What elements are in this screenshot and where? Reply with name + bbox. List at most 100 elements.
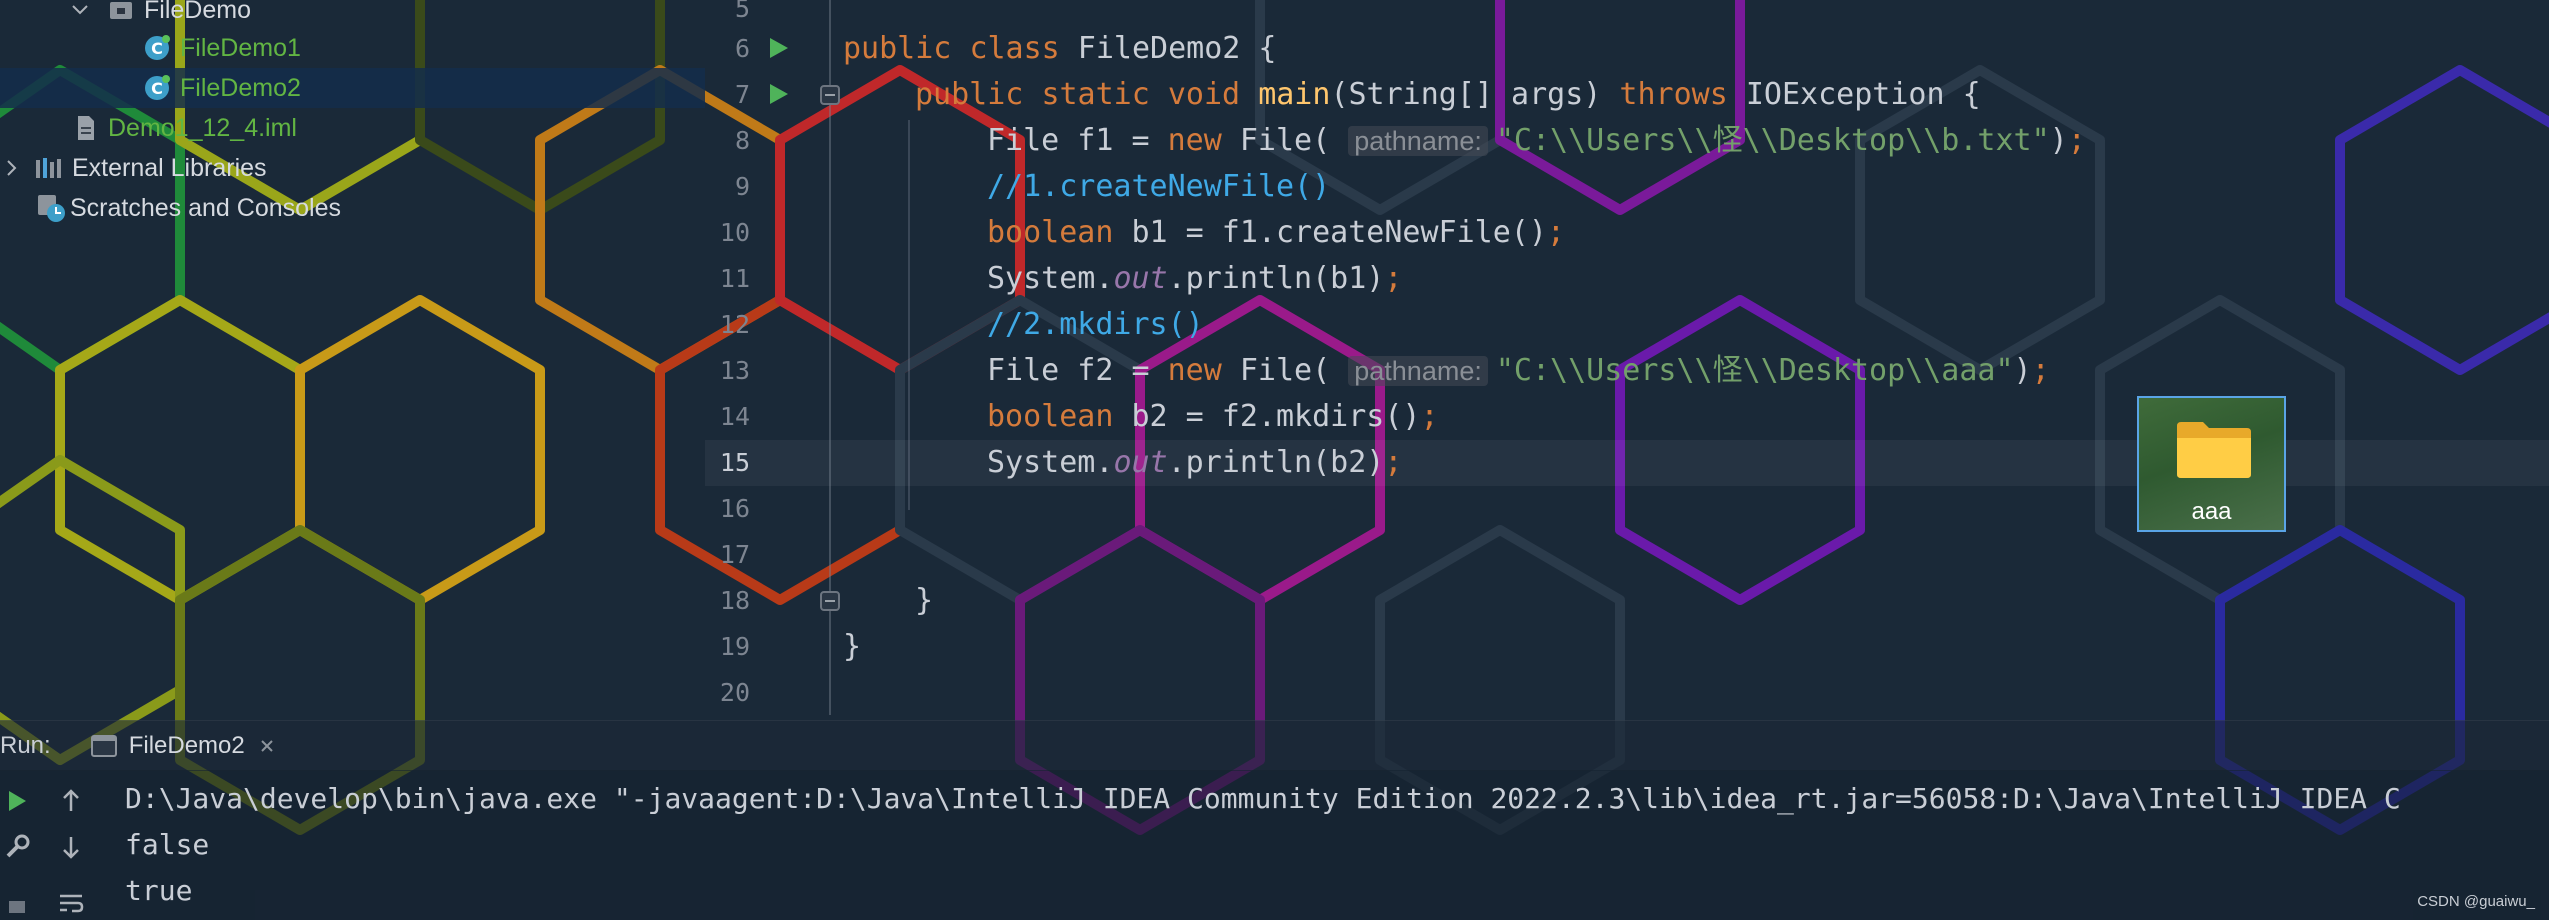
- code-line-15[interactable]: System.out.println(b2);: [987, 440, 1402, 486]
- line-number: 6: [734, 34, 750, 63]
- code-line-9[interactable]: //1.createNewFile(): [987, 164, 1330, 210]
- folder-label: aaa: [2191, 498, 2232, 525]
- keyword: class: [969, 31, 1060, 66]
- tree-item-scratches[interactable]: Scratches and Consoles: [0, 188, 705, 228]
- console-line: false: [125, 828, 210, 861]
- code-text: File(: [1221, 353, 1349, 388]
- method-name: main: [1258, 77, 1331, 112]
- static-field: out: [1113, 445, 1168, 480]
- code-text: (String[] args): [1330, 77, 1620, 112]
- line-number: 16: [719, 494, 750, 523]
- semicolon: ;: [1420, 399, 1439, 434]
- run-class-icon[interactable]: [768, 36, 790, 60]
- code-line-19[interactable]: }: [843, 624, 861, 670]
- string-literal: "C:\\Users\\怪\\Desktop\\b.txt": [1495, 123, 2050, 158]
- keyword: new: [1167, 123, 1222, 158]
- line-number: 11: [719, 264, 750, 293]
- line-number: 19: [719, 632, 750, 661]
- code-line-11[interactable]: System.out.println(b1);: [987, 256, 1402, 302]
- code-line-14[interactable]: boolean b2 = f2.mkdirs();: [987, 394, 1439, 440]
- parameter-hint: pathname:: [1348, 356, 1488, 386]
- console-line: D:\Java\develop\bin\java.exe "-javaagent…: [125, 782, 2401, 815]
- code-line-12[interactable]: //2.mkdirs(): [987, 302, 1204, 348]
- keyword: void: [1167, 77, 1241, 112]
- java-class-icon: C: [142, 34, 172, 62]
- folder-icon: [2175, 418, 2253, 480]
- stop-icon[interactable]: [0, 886, 34, 920]
- parameter-hint: pathname:: [1348, 126, 1488, 156]
- code-text: System.: [987, 445, 1114, 480]
- code-text: FileDemo2 {: [1059, 31, 1277, 66]
- semicolon: ;: [1546, 215, 1565, 250]
- code-text: File(: [1221, 123, 1349, 158]
- iml-file-icon: [72, 115, 100, 141]
- static-field: out: [1113, 261, 1168, 296]
- tree-item-external-libraries[interactable]: External Libraries: [0, 148, 705, 188]
- line-number: 17: [719, 540, 750, 569]
- line-number: 9: [734, 172, 750, 201]
- tree-item-label: Scratches and Consoles: [70, 193, 341, 222]
- line-number: 15: [719, 448, 750, 477]
- code-text: }: [843, 629, 862, 664]
- fold-icon[interactable]: [819, 84, 841, 106]
- svg-text:C: C: [151, 79, 163, 98]
- code-line-13[interactable]: File f2 = new File( pathname: "C:\\Users\…: [987, 348, 2050, 394]
- keyword: boolean: [987, 215, 1114, 250]
- code-text: .println(b2): [1167, 445, 1385, 480]
- semicolon: ;: [2031, 353, 2050, 388]
- arrow-down-icon[interactable]: [54, 830, 88, 864]
- semicolon: ;: [1384, 445, 1403, 480]
- code-text: File f2 =: [987, 353, 1168, 388]
- tree-item-iml[interactable]: Demo1_12_4.iml: [0, 108, 705, 148]
- project-tree: FileDemo C FileDemo1 C FileDemo2 Demo1_1…: [0, 0, 705, 225]
- arrow-up-icon[interactable]: [54, 784, 88, 818]
- rerun-icon[interactable]: [0, 784, 34, 818]
- library-icon: [34, 156, 66, 180]
- code-line-18[interactable]: }: [915, 578, 933, 624]
- comment: //2.mkdirs(): [987, 307, 1204, 342]
- wrench-icon[interactable]: [0, 830, 34, 864]
- tree-item-filedemo[interactable]: FileDemo: [0, 0, 705, 30]
- keyword: new: [1167, 353, 1222, 388]
- tree-item-label: External Libraries: [72, 153, 267, 182]
- run-label: Run:: [0, 732, 51, 759]
- close-icon[interactable]: [257, 738, 277, 754]
- desktop-folder-aaa[interactable]: aaa: [2137, 396, 2286, 532]
- tree-item-label: FileDemo: [144, 0, 251, 24]
- code-text: }: [915, 583, 934, 618]
- comment: //1.createNewFile(): [987, 169, 1331, 204]
- fold-icon[interactable]: [819, 590, 841, 612]
- tree-item-label: FileDemo1: [180, 33, 301, 62]
- tree-item-filedemo1[interactable]: C FileDemo1: [0, 28, 705, 68]
- keyword: static: [1041, 77, 1150, 112]
- code-line-10[interactable]: boolean b1 = f1.createNewFile();: [987, 210, 1565, 256]
- code-text: b1 = f1.createNewFile(): [1113, 215, 1547, 250]
- chevron-right-icon[interactable]: [2, 159, 22, 177]
- line-number: 20: [719, 678, 750, 707]
- code-line-6[interactable]: public class FileDemo2 {: [843, 26, 1277, 72]
- line-number: 14: [719, 402, 750, 431]
- code-line-7[interactable]: public static void main(String[] args) t…: [915, 72, 1981, 118]
- code-text: File f1 =: [987, 123, 1168, 158]
- keyword: public: [915, 77, 1024, 112]
- tree-item-label: FileDemo2: [180, 73, 301, 102]
- line-number: 18: [719, 586, 750, 615]
- soft-wrap-icon[interactable]: [54, 886, 88, 920]
- code-text: b2 = f2.mkdirs(): [1113, 399, 1421, 434]
- tree-item-filedemo2[interactable]: C FileDemo2: [0, 68, 705, 108]
- line-number: 7: [734, 80, 750, 109]
- code-line-8[interactable]: File f1 = new File( pathname: "C:\\Users\…: [987, 118, 2086, 164]
- keyword: public: [843, 31, 952, 66]
- run-console[interactable]: D:\Java\develop\bin\java.exe "-javaagent…: [0, 770, 2549, 920]
- semicolon: ;: [1384, 261, 1403, 296]
- line-number: 13: [719, 356, 750, 385]
- package-icon: [106, 0, 136, 21]
- tree-item-label: Demo1_12_4.iml: [108, 113, 297, 142]
- run-main-icon[interactable]: [768, 82, 790, 106]
- line-number: 12: [719, 310, 750, 339]
- code-text: ): [2013, 353, 2032, 388]
- java-class-icon: C: [142, 74, 172, 102]
- chevron-down-icon[interactable]: [66, 4, 94, 16]
- code-text: IOException {: [1727, 77, 1981, 112]
- run-tab-label[interactable]: FileDemo2: [129, 732, 245, 760]
